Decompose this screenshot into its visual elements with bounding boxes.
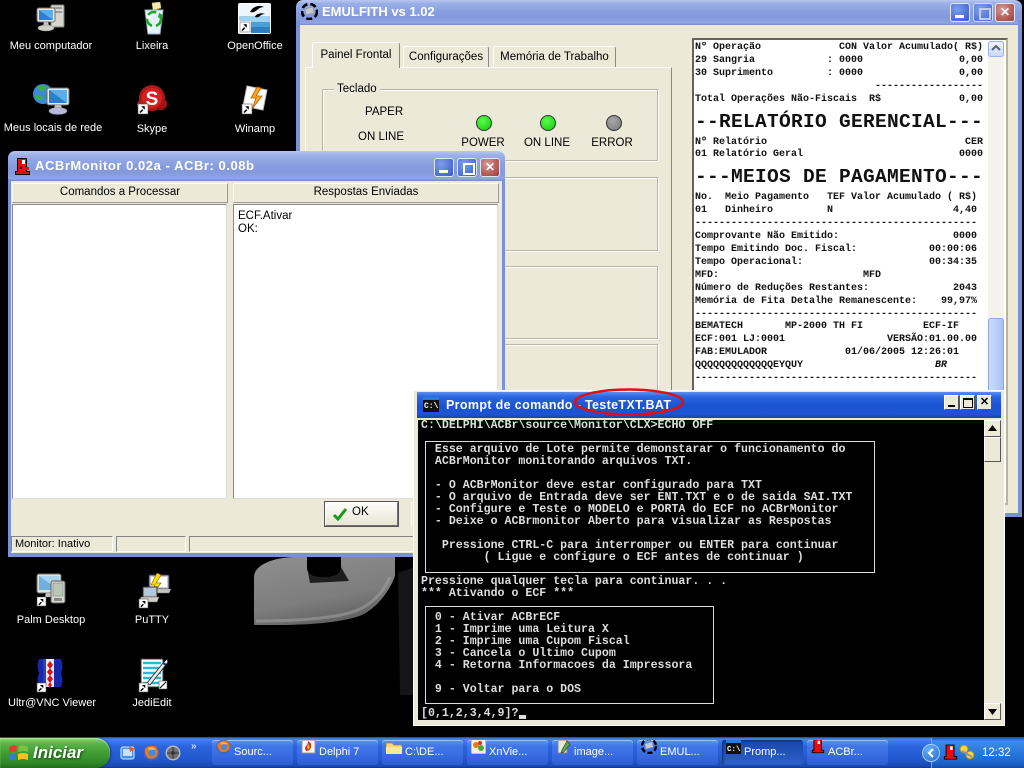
svg-text:C:\: C:\ <box>424 402 439 411</box>
svg-text:C:\: C:\ <box>727 746 741 754</box>
